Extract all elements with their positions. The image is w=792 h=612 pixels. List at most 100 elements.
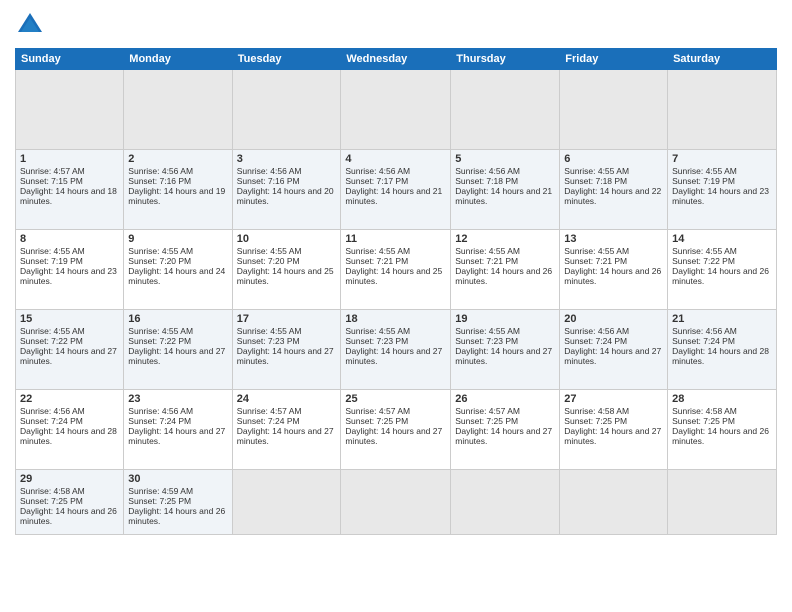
daylight-label: Daylight: 14 hours and 27 minutes.: [564, 426, 661, 446]
sunrise-label: Sunrise: 4:57 AM: [345, 406, 410, 416]
sunset-label: Sunset: 7:16 PM: [237, 176, 300, 186]
day-number: 23: [128, 393, 227, 405]
sunrise-label: Sunrise: 4:55 AM: [455, 246, 520, 256]
calendar-cell: 20 Sunrise: 4:56 AM Sunset: 7:24 PM Dayl…: [560, 310, 668, 390]
calendar-cell: [16, 70, 124, 150]
calendar-cell: 13 Sunrise: 4:55 AM Sunset: 7:21 PM Dayl…: [560, 230, 668, 310]
daylight-label: Daylight: 14 hours and 27 minutes.: [455, 426, 552, 446]
daylight-label: Daylight: 14 hours and 25 minutes.: [345, 266, 442, 286]
sunrise-label: Sunrise: 4:58 AM: [672, 406, 737, 416]
calendar-cell: [451, 470, 560, 535]
sunrise-label: Sunrise: 4:55 AM: [20, 246, 85, 256]
sunset-label: Sunset: 7:21 PM: [345, 256, 408, 266]
calendar-cell: 4 Sunrise: 4:56 AM Sunset: 7:17 PM Dayli…: [341, 150, 451, 230]
calendar-cell: 14 Sunrise: 4:55 AM Sunset: 7:22 PM Dayl…: [668, 230, 777, 310]
day-number: 5: [455, 153, 555, 165]
day-number: 21: [672, 313, 772, 325]
calendar-cell: [560, 70, 668, 150]
daylight-label: Daylight: 14 hours and 23 minutes.: [20, 266, 117, 286]
daylight-label: Daylight: 14 hours and 19 minutes.: [128, 186, 225, 206]
daylight-label: Daylight: 14 hours and 24 minutes.: [128, 266, 225, 286]
sunset-label: Sunset: 7:19 PM: [20, 256, 83, 266]
day-number: 3: [237, 153, 337, 165]
day-number: 16: [128, 313, 227, 325]
calendar-week-row: 1 Sunrise: 4:57 AM Sunset: 7:15 PM Dayli…: [16, 150, 777, 230]
calendar-header-row: SundayMondayTuesdayWednesdayThursdayFrid…: [16, 49, 777, 70]
sunset-label: Sunset: 7:16 PM: [128, 176, 191, 186]
sunrise-label: Sunrise: 4:55 AM: [128, 246, 193, 256]
calendar-cell: [451, 70, 560, 150]
sunset-label: Sunset: 7:21 PM: [564, 256, 627, 266]
day-number: 26: [455, 393, 555, 405]
sunrise-label: Sunrise: 4:58 AM: [564, 406, 629, 416]
sunset-label: Sunset: 7:25 PM: [128, 496, 191, 506]
calendar-week-row: [16, 70, 777, 150]
daylight-label: Daylight: 14 hours and 27 minutes.: [564, 346, 661, 366]
day-number: 28: [672, 393, 772, 405]
sunrise-label: Sunrise: 4:56 AM: [128, 406, 193, 416]
calendar-cell: 30 Sunrise: 4:59 AM Sunset: 7:25 PM Dayl…: [124, 470, 232, 535]
sunset-label: Sunset: 7:15 PM: [20, 176, 83, 186]
daylight-label: Daylight: 14 hours and 18 minutes.: [20, 186, 117, 206]
sunset-label: Sunset: 7:24 PM: [20, 416, 83, 426]
calendar-cell: 5 Sunrise: 4:56 AM Sunset: 7:18 PM Dayli…: [451, 150, 560, 230]
day-number: 14: [672, 233, 772, 245]
calendar-day-header: Wednesday: [341, 49, 451, 70]
calendar-cell: [124, 70, 232, 150]
logo-icon: [15, 10, 45, 40]
daylight-label: Daylight: 14 hours and 27 minutes.: [345, 426, 442, 446]
sunrise-label: Sunrise: 4:55 AM: [672, 166, 737, 176]
daylight-label: Daylight: 14 hours and 21 minutes.: [455, 186, 552, 206]
sunset-label: Sunset: 7:17 PM: [345, 176, 408, 186]
day-number: 4: [345, 153, 446, 165]
sunset-label: Sunset: 7:23 PM: [455, 336, 518, 346]
sunrise-label: Sunrise: 4:57 AM: [237, 406, 302, 416]
sunrise-label: Sunrise: 4:55 AM: [237, 326, 302, 336]
daylight-label: Daylight: 14 hours and 26 minutes.: [455, 266, 552, 286]
day-number: 20: [564, 313, 663, 325]
calendar-cell: 11 Sunrise: 4:55 AM Sunset: 7:21 PM Dayl…: [341, 230, 451, 310]
sunrise-label: Sunrise: 4:56 AM: [455, 166, 520, 176]
day-number: 18: [345, 313, 446, 325]
calendar-cell: 19 Sunrise: 4:55 AM Sunset: 7:23 PM Dayl…: [451, 310, 560, 390]
sunrise-label: Sunrise: 4:56 AM: [345, 166, 410, 176]
sunset-label: Sunset: 7:18 PM: [455, 176, 518, 186]
daylight-label: Daylight: 14 hours and 28 minutes.: [20, 426, 117, 446]
sunrise-label: Sunrise: 4:56 AM: [20, 406, 85, 416]
sunset-label: Sunset: 7:24 PM: [128, 416, 191, 426]
calendar-week-row: 22 Sunrise: 4:56 AM Sunset: 7:24 PM Dayl…: [16, 390, 777, 470]
calendar-cell: [668, 70, 777, 150]
daylight-label: Daylight: 14 hours and 27 minutes.: [345, 346, 442, 366]
calendar-cell: 28 Sunrise: 4:58 AM Sunset: 7:25 PM Dayl…: [668, 390, 777, 470]
daylight-label: Daylight: 14 hours and 28 minutes.: [672, 346, 769, 366]
calendar-cell: 12 Sunrise: 4:55 AM Sunset: 7:21 PM Dayl…: [451, 230, 560, 310]
calendar-week-row: 8 Sunrise: 4:55 AM Sunset: 7:19 PM Dayli…: [16, 230, 777, 310]
logo: [15, 10, 49, 40]
sunrise-label: Sunrise: 4:58 AM: [20, 486, 85, 496]
sunset-label: Sunset: 7:21 PM: [455, 256, 518, 266]
day-number: 7: [672, 153, 772, 165]
calendar-cell: 6 Sunrise: 4:55 AM Sunset: 7:18 PM Dayli…: [560, 150, 668, 230]
sunset-label: Sunset: 7:20 PM: [128, 256, 191, 266]
calendar-week-row: 15 Sunrise: 4:55 AM Sunset: 7:22 PM Dayl…: [16, 310, 777, 390]
sunset-label: Sunset: 7:23 PM: [237, 336, 300, 346]
sunrise-label: Sunrise: 4:55 AM: [672, 246, 737, 256]
sunset-label: Sunset: 7:19 PM: [672, 176, 735, 186]
calendar-cell: 7 Sunrise: 4:55 AM Sunset: 7:19 PM Dayli…: [668, 150, 777, 230]
daylight-label: Daylight: 14 hours and 26 minutes.: [128, 506, 225, 526]
day-number: 8: [20, 233, 119, 245]
calendar-cell: [232, 470, 341, 535]
calendar-cell: [560, 470, 668, 535]
day-number: 24: [237, 393, 337, 405]
calendar-cell: 9 Sunrise: 4:55 AM Sunset: 7:20 PM Dayli…: [124, 230, 232, 310]
calendar-cell: 21 Sunrise: 4:56 AM Sunset: 7:24 PM Dayl…: [668, 310, 777, 390]
sunset-label: Sunset: 7:25 PM: [345, 416, 408, 426]
sunrise-label: Sunrise: 4:59 AM: [128, 486, 193, 496]
calendar-cell: 3 Sunrise: 4:56 AM Sunset: 7:16 PM Dayli…: [232, 150, 341, 230]
day-number: 15: [20, 313, 119, 325]
calendar-day-header: Saturday: [668, 49, 777, 70]
calendar-cell: [341, 470, 451, 535]
daylight-label: Daylight: 14 hours and 27 minutes.: [128, 426, 225, 446]
daylight-label: Daylight: 14 hours and 26 minutes.: [672, 266, 769, 286]
daylight-label: Daylight: 14 hours and 27 minutes.: [20, 346, 117, 366]
